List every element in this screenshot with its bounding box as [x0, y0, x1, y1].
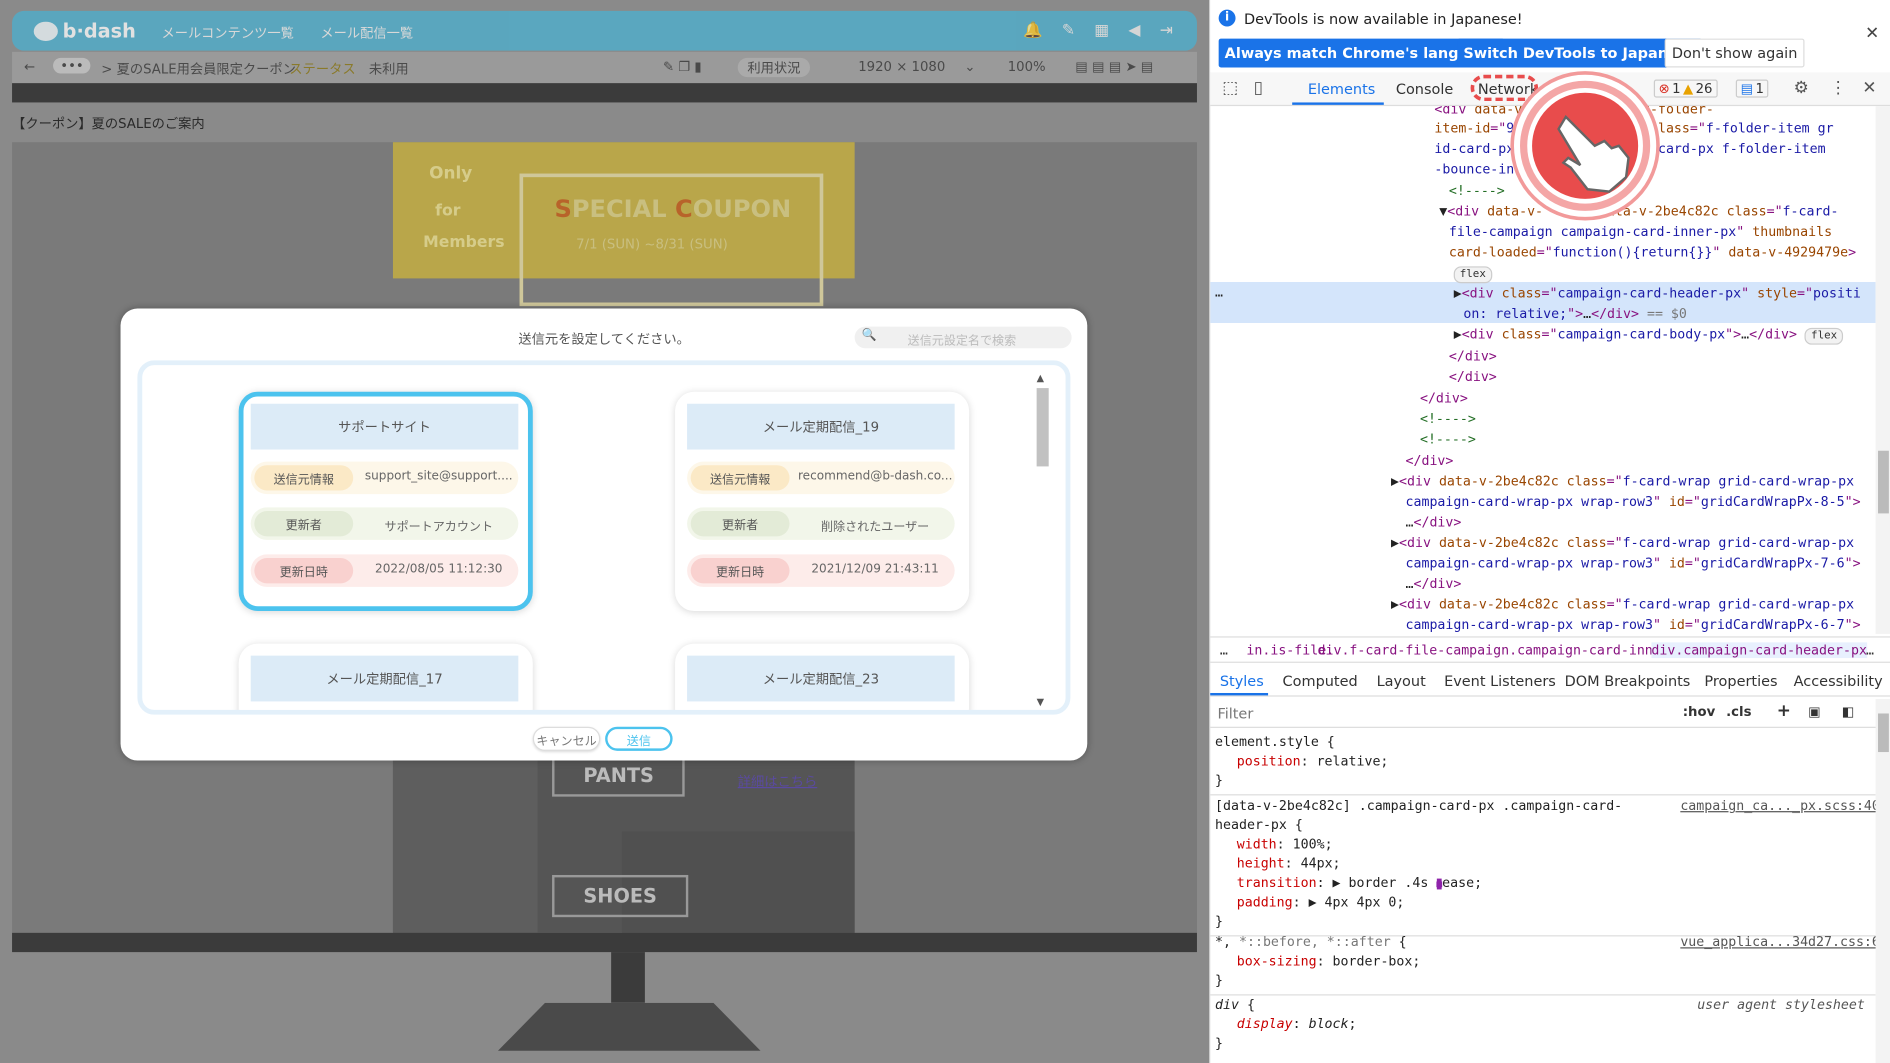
more-button[interactable]: ••• [53, 57, 91, 74]
coupon-headline: SPECIAL COUPON [554, 194, 792, 223]
chevron-down-icon[interactable]: ⌄ [964, 59, 975, 75]
send-button[interactable]: 送信 [605, 726, 673, 751]
breadcrumb: > 夏のSALE用会員限定クーポン [101, 61, 296, 78]
cancel-button[interactable]: キャンセル [532, 726, 601, 751]
updated-date-row: 更新日時 2022/08/05 11:12:30 [250, 554, 519, 587]
styles-filter-bar: Filter :hov .cls + ▣ ◧ [1210, 699, 1890, 728]
dom-breadcrumb: … in.is-file. div.f-card-file-campaign.c… [1210, 636, 1890, 663]
add-rule-icon[interactable]: + [1777, 701, 1791, 720]
sender-row: 送信元情報 recommend@b-dash.co.... [687, 461, 955, 495]
paint-icon[interactable]: ▣ [1808, 704, 1821, 720]
pants-label[interactable]: PANTS [552, 754, 686, 797]
tab-layout[interactable]: Layout [1377, 673, 1426, 690]
crumb-item[interactable]: div.f-card-file-campaign.campaign-card-i… [1318, 642, 1693, 658]
dont-show-button[interactable]: Don't show again [1664, 38, 1805, 68]
search-icon: 🔍 [861, 329, 877, 343]
cls-toggle[interactable]: .cls [1726, 704, 1751, 720]
card-title: メール定期配信_17 [250, 655, 519, 702]
kebab-menu-icon[interactable]: ⋮ [1830, 78, 1847, 97]
app-window: b·dash メールコンテンツ一覧 メール配信一覧 🔔 ✎ ▦ ◀ ⇥ ← ••… [0, 0, 1210, 1063]
inspect-icon[interactable]: ⬚ [1222, 78, 1238, 97]
card-title: メール定期配信_19 [687, 403, 955, 450]
sender-card[interactable]: メール定期配信_23 [675, 643, 970, 710]
filter-input[interactable]: Filter [1217, 705, 1253, 722]
wrench-icon[interactable]: ✎ [1062, 22, 1075, 40]
sender-card[interactable]: サポートサイト 送信元情報 support_site@support.... 更新… [238, 391, 533, 612]
sender-row: 送信元情報 support_site@support.... [250, 461, 519, 495]
gear-icon[interactable]: ⚙ [1794, 78, 1809, 97]
monitor-stand [611, 952, 645, 1003]
page-title: 【クーポン】夏のSALEのご案内 [12, 115, 205, 132]
styles-pane[interactable]: element.style { position: relative; } [d… [1210, 728, 1880, 1063]
hov-toggle[interactable]: :hov [1683, 704, 1716, 720]
info-icon: i [1218, 9, 1236, 27]
nav-mail-contents[interactable]: メールコンテンツ一覧 [162, 23, 294, 42]
zoom-select[interactable]: 100% [1008, 59, 1046, 75]
tab-elements[interactable]: Elements [1308, 81, 1375, 98]
sender-card[interactable]: メール定期配信_19 送信元情報 recommend@b-dash.co.... … [675, 391, 970, 612]
styles-tabs: Styles Computed Layout Event Listeners D… [1210, 668, 1890, 697]
updater-row: 更新者 削除されたユーザー [687, 507, 955, 540]
edit-icon[interactable]: ✎ ❐ ▮ [663, 59, 702, 75]
messages-counter[interactable]: ▤ 1 [1735, 79, 1769, 98]
monitor-base [497, 1002, 761, 1051]
source-link[interactable]: campaign_ca..._px.scss:40 [1680, 798, 1880, 814]
coupon-banner: Only for Members SPECIAL COUPON 7/1 (SUN… [392, 142, 855, 307]
bell-icon[interactable]: 🔔 [1023, 22, 1043, 40]
tab-console[interactable]: Console [1396, 81, 1453, 98]
scroll-up-icon[interactable]: ▲ [1037, 372, 1044, 383]
content-toolbar: ← ••• > 夏のSALE用会員限定クーポン ステータス 未利用 ✎ ❐ ▮ … [12, 51, 1197, 84]
source-link[interactable]: vue_applica...34d27.css:6 [1680, 934, 1880, 950]
sender-select-modal: 送信元を設定してください。 🔍 送信元設定名で検索 サポートサイト 送信元情報 s… [120, 308, 1088, 761]
network-tab-highlight [1470, 74, 1539, 102]
tab-styles[interactable]: Styles [1220, 673, 1264, 690]
device-icon[interactable]: ▯ [1254, 78, 1263, 97]
card-title: メール定期配信_23 [687, 655, 955, 702]
styles-scrollbar[interactable] [1875, 699, 1890, 1063]
pointing-hand-icon [1513, 74, 1657, 217]
bdash-logo[interactable]: b·dash [33, 19, 136, 42]
modal-scrollbar[interactable]: ▲ ▼ [1034, 372, 1051, 707]
sender-card-list: サポートサイト 送信元情報 support_site@support.... 更新… [137, 360, 1071, 715]
usage-button[interactable]: 利用状況 [737, 57, 811, 78]
modal-title: 送信元を設定してください。 [518, 331, 690, 348]
issue-counters[interactable]: ⊗ 1 ▲ 26 [1653, 79, 1718, 98]
tab-dom-breakpoints[interactable]: DOM Breakpoints [1565, 673, 1691, 690]
scroll-down-icon[interactable]: ▼ [1037, 697, 1044, 708]
tab-accessibility[interactable]: Accessibility [1794, 673, 1883, 690]
nav-mail-delivery[interactable]: メール配信一覧 [320, 23, 413, 42]
toolbar-icons[interactable]: ▤ ▤ ▤ ➤ ▤ [1075, 59, 1153, 75]
tab-properties[interactable]: Properties [1704, 673, 1777, 690]
crumb-item-selected[interactable]: div.campaign-card-header-px [1651, 642, 1867, 659]
sidebar-toggle-icon[interactable]: ◧ [1842, 704, 1855, 720]
status-value: 未利用 [368, 61, 409, 78]
preview-frame-bottom [12, 932, 1197, 953]
logout-icon[interactable]: ⇥ [1160, 22, 1173, 40]
updated-date-row: 更新日時 2021/12/09 21:43:11 [687, 554, 955, 587]
shoes-label[interactable]: SHOES [552, 874, 689, 918]
sender-card[interactable]: メール定期配信_17 [238, 643, 533, 710]
sender-search-input[interactable]: 🔍 送信元設定名で検索 [854, 326, 1072, 349]
language-notice: i DevTools is now available in Japanese!… [1210, 0, 1890, 73]
back-arrow-icon[interactable]: ← [24, 59, 35, 75]
preview-frame-top [12, 83, 1197, 103]
detail-link[interactable]: 詳細はこちら [738, 771, 818, 790]
user-agent-label: user agent stylesheet [1697, 996, 1865, 1013]
close-devtools-icon[interactable]: ✕ [1862, 78, 1876, 97]
status-label: ステータス [289, 61, 356, 78]
updater-row: 更新者 サポートアカウント [250, 507, 519, 540]
card-title: サポートサイト [250, 403, 519, 450]
tab-computed[interactable]: Computed [1283, 673, 1358, 690]
tab-event-listeners[interactable]: Event Listeners [1444, 673, 1556, 690]
resolution-select[interactable]: 1920 × 1080 [858, 59, 945, 75]
close-icon[interactable]: ✕ [1865, 24, 1879, 43]
megaphone-icon[interactable]: ◀ [1128, 22, 1140, 40]
grid-icon[interactable]: ▦ [1094, 22, 1109, 40]
fashion-banner: PANTS 詳細はこちら SHOES [392, 754, 855, 933]
top-nav-bar: b·dash メールコンテンツ一覧 メール配信一覧 🔔 ✎ ▦ ◀ ⇥ [12, 10, 1197, 51]
dom-scrollbar[interactable] [1875, 106, 1890, 634]
